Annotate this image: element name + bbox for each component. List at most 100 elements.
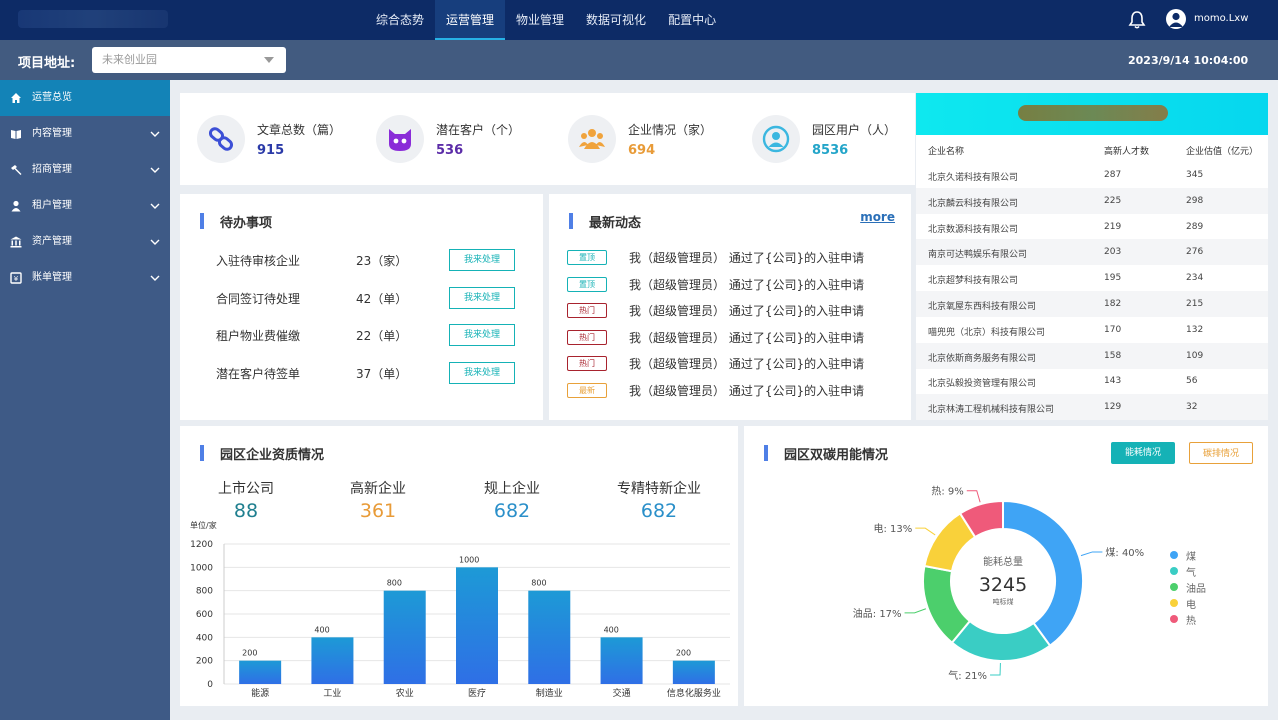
cell-talent-count: 143 xyxy=(1104,376,1122,387)
news-item[interactable]: 置顶 我（超级管理员） 通过了{公司}的入驻申请 xyxy=(567,249,897,267)
cell-company-name: 北京依斯商务服务有限公司 xyxy=(928,353,1037,364)
sidebar-item-operations-overview[interactable]: 运营总览 xyxy=(0,80,170,116)
sidebar-item-investment-management[interactable]: 招商管理 xyxy=(0,152,170,188)
legend-dot xyxy=(1170,551,1178,559)
bank-icon xyxy=(10,236,22,248)
y-tick-label: 1000 xyxy=(190,563,213,573)
bar[interactable] xyxy=(600,637,643,684)
bar[interactable] xyxy=(311,637,354,684)
stat-value: 8536 xyxy=(812,143,849,158)
table-row[interactable]: 北京林涛工程机械科技有限公司 129 32 xyxy=(916,394,1268,421)
user-avatar-icon[interactable] xyxy=(1166,9,1186,29)
table-row[interactable]: 北京超梦科技有限公司 195 234 xyxy=(916,265,1268,291)
news-item[interactable]: 热门 我（超级管理员） 通过了{公司}的入驻申请 xyxy=(567,329,897,347)
stat-label: 企业情况（家） xyxy=(628,123,713,137)
bar[interactable] xyxy=(239,660,282,684)
nav-item-data-visualization[interactable]: 数据可视化 xyxy=(575,0,657,40)
qualification-high-tech: 高新企业 361 xyxy=(318,478,438,522)
qualification-label: 上市公司 xyxy=(218,481,274,497)
qualification-value: 682 xyxy=(640,500,678,522)
energy-title: 园区双碳用能情况 xyxy=(764,444,888,463)
slice-leader-line xyxy=(904,608,927,614)
sidebar-item-tenant-management[interactable]: 租户管理 xyxy=(0,188,170,224)
sidebar-item-content-management[interactable]: 内容管理 xyxy=(0,116,170,152)
chevron-down-icon xyxy=(150,203,160,209)
cell-company-name: 北京氧屋东西科技有限公司 xyxy=(928,302,1037,312)
news-item[interactable]: 最新 我（超级管理员） 通过了{公司}的入驻申请 xyxy=(567,382,897,400)
news-tag-badge: 置顶 xyxy=(567,250,607,265)
more-link[interactable]: more xyxy=(860,210,895,224)
bar[interactable] xyxy=(456,567,498,684)
nav-item-overview[interactable]: 综合态势 xyxy=(365,0,435,40)
chevron-down-icon xyxy=(150,167,160,173)
username[interactable]: momo.Lxw xyxy=(1194,13,1248,24)
column-header-company-name: 企业名称 xyxy=(928,147,965,157)
cell-talent-count: 129 xyxy=(1104,402,1122,413)
todo-item-count: 37（单） xyxy=(356,366,408,381)
cell-valuation: 345 xyxy=(1186,170,1204,180)
cell-company-name: 北京麟云科技有限公司 xyxy=(928,198,1019,209)
cell-talent-count: 195 xyxy=(1104,273,1122,284)
energy-consumption-button[interactable]: 能耗情况 xyxy=(1111,442,1175,464)
bar-value-label: 200 xyxy=(242,649,257,658)
bar[interactable] xyxy=(383,590,426,684)
bell-icon[interactable] xyxy=(1127,10,1147,30)
table-row[interactable]: 北京数源科技有限公司 219 289 xyxy=(916,214,1268,240)
handle-button[interactable]: 我来处理 xyxy=(449,361,515,384)
todo-title: 待办事项 xyxy=(200,212,272,231)
bar[interactable] xyxy=(528,590,571,684)
donut-center-value: 3245 xyxy=(979,574,1027,596)
handle-button[interactable]: 我来处理 xyxy=(449,249,515,271)
slice-leader-line xyxy=(990,662,1001,676)
table-row[interactable]: 北京依斯商务服务有限公司 158 109 xyxy=(916,342,1268,369)
chevron-down-icon xyxy=(150,131,160,137)
news-item-text: 我（超级管理员） 通过了{公司}的入驻申请 xyxy=(629,277,865,292)
news-item[interactable]: 置顶 我（超级管理员） 通过了{公司}的入驻申请 xyxy=(567,276,897,294)
bar[interactable] xyxy=(672,660,715,684)
table-row[interactable]: 喵兜兜（北京）科技有限公司 170 132 xyxy=(916,317,1268,343)
table-row[interactable]: 南京可达鸭娱乐有限公司 203 276 xyxy=(916,239,1268,266)
sidebar-item-bill-management[interactable]: ¥ 账单管理 xyxy=(0,260,170,296)
sidebar-item-asset-management[interactable]: 资产管理 xyxy=(0,224,170,260)
handle-button[interactable]: 我来处理 xyxy=(449,324,515,346)
nav-item-operations[interactable]: 运营管理 xyxy=(435,0,506,40)
news-tag-badge: 热门 xyxy=(567,303,607,318)
cell-talent-count: 182 xyxy=(1104,299,1122,309)
news-tag-badge: 热门 xyxy=(567,356,607,371)
table-row[interactable]: 北京久诺科技有限公司 287 345 xyxy=(916,162,1268,188)
stat-label: 潜在客户（个） xyxy=(436,123,521,137)
qualification-label: 高新企业 xyxy=(350,481,406,497)
bar-value-label: 800 xyxy=(531,579,546,588)
news-item[interactable]: 热门 我（超级管理员） 通过了{公司}的入驻申请 xyxy=(567,355,897,373)
qualification-title: 园区企业资质情况 xyxy=(200,444,324,463)
table-row[interactable]: 北京氧屋东西科技有限公司 182 215 xyxy=(916,291,1268,317)
company-table-card: 企业名称 高新人才数 企业估值（亿元） 北京久诺科技有限公司 287 345 北京麟云… xyxy=(916,93,1268,421)
cell-company-name: 北京超梦科技有限公司 xyxy=(928,276,1019,287)
project-select[interactable]: 未来创业园 xyxy=(92,47,286,73)
x-tick-label: 信息化服务业 xyxy=(667,687,721,699)
y-tick-label: 1200 xyxy=(190,540,213,550)
nav-item-config-center[interactable]: 配置中心 xyxy=(657,0,727,40)
pie-slice[interactable] xyxy=(950,619,1052,662)
news-tag-badge: 最新 xyxy=(567,382,607,398)
legend-dot xyxy=(1170,615,1178,623)
nav-item-property[interactable]: 物业管理 xyxy=(505,0,575,40)
handle-button[interactable]: 我来处理 xyxy=(449,286,515,309)
qualification-label: 规上企业 xyxy=(484,481,540,497)
table-header-row: 企业名称 高新人才数 企业估值（亿元） xyxy=(916,136,1268,162)
project-label: 项目地址: xyxy=(18,56,76,71)
table-row[interactable]: 北京弘毅投资管理有限公司 143 56 xyxy=(916,368,1268,394)
carbon-emission-button[interactable]: 碳排情况 xyxy=(1189,442,1253,464)
bar-value-label: 400 xyxy=(604,625,619,634)
stats-card: 文章总数（篇） 915 潜在客户（个） 536 企业情况（家） 694 园区用户… xyxy=(180,93,915,185)
legend-dot xyxy=(1170,567,1178,575)
user-icon xyxy=(11,200,21,212)
bar-value-label: 400 xyxy=(314,625,329,634)
legend-label: 煤 xyxy=(1186,552,1196,563)
table-row[interactable]: 北京麟云科技有限公司 225 298 xyxy=(916,187,1268,214)
x-tick-label: 交通 xyxy=(613,687,631,699)
stat-value: 694 xyxy=(628,143,656,158)
slice-label: 热: 9% xyxy=(931,485,963,498)
news-item[interactable]: 热门 我（超级管理员） 通过了{公司}的入驻申请 xyxy=(567,302,897,320)
bill-icon: ¥ xyxy=(10,272,22,284)
